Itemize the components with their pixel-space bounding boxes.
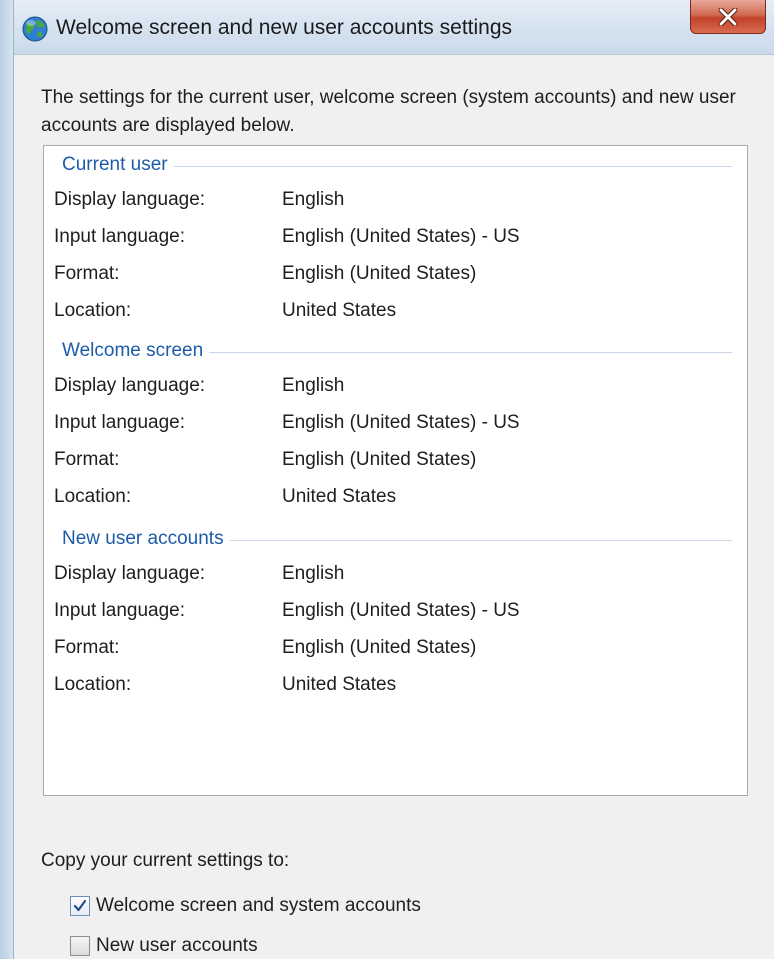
setting-value: English (United States)	[282, 637, 477, 658]
setting-label: Format:	[54, 263, 120, 284]
new-user-accounts-checkbox[interactable]	[70, 936, 90, 956]
group-title: Welcome screen	[62, 340, 204, 361]
group-title: Current user	[62, 154, 168, 175]
setting-label: Input language:	[54, 226, 186, 247]
group-header-current-user: Current user	[62, 153, 732, 177]
group-header-welcome-screen: Welcome screen	[62, 339, 732, 363]
setting-label: Location:	[54, 486, 132, 507]
copy-settings-label: Copy your current settings to:	[41, 850, 290, 871]
setting-value: English (United States) - US	[282, 600, 520, 621]
checkbox-label[interactable]: Welcome screen and system accounts	[96, 895, 421, 917]
dialog-content: The settings for the current user, welco…	[14, 55, 774, 959]
group-divider	[229, 539, 732, 541]
group-title: New user accounts	[62, 528, 224, 549]
setting-label: Display language:	[54, 375, 206, 396]
checkbox-label[interactable]: New user accounts	[96, 935, 258, 957]
setting-label: Location:	[54, 674, 132, 695]
window-title: Welcome screen and new user accounts set…	[56, 16, 513, 39]
setting-value: English	[282, 375, 345, 396]
setting-label: Display language:	[54, 563, 206, 584]
group-divider	[209, 351, 732, 353]
setting-value: English (United States) - US	[282, 412, 520, 433]
window-frame-left	[0, 0, 14, 959]
setting-label: Format:	[54, 637, 120, 658]
setting-label: Input language:	[54, 412, 186, 433]
close-icon	[717, 7, 739, 26]
setting-value: English	[282, 189, 345, 210]
globe-icon	[20, 14, 50, 44]
welcome-screen-checkbox[interactable]	[70, 896, 90, 916]
setting-value: United States	[282, 300, 397, 321]
close-button[interactable]	[690, 0, 766, 34]
setting-value: English (United States) - US	[282, 226, 520, 247]
title-bar[interactable]: Welcome screen and new user accounts set…	[0, 0, 774, 55]
setting-value: United States	[282, 486, 397, 507]
setting-value: English (United States)	[282, 449, 477, 470]
setting-label: Format:	[54, 449, 120, 470]
setting-label: Input language:	[54, 600, 186, 621]
group-divider	[173, 165, 732, 167]
intro-text: The settings for the current user, welco…	[41, 87, 736, 136]
setting-value: English (United States)	[282, 263, 477, 284]
setting-label: Display language:	[54, 189, 206, 210]
settings-panel: Current user Display language: English I…	[43, 145, 748, 796]
welcome-screen-checkbox-row[interactable]: Welcome screen and system accounts	[70, 893, 421, 919]
setting-label: Location:	[54, 300, 132, 321]
dialog-window: Welcome screen and new user accounts set…	[0, 0, 774, 959]
new-user-accounts-checkbox-row[interactable]: New user accounts	[70, 933, 258, 959]
setting-value: United States	[282, 674, 397, 695]
group-header-new-user-accounts: New user accounts	[62, 527, 732, 551]
setting-value: English	[282, 563, 345, 584]
